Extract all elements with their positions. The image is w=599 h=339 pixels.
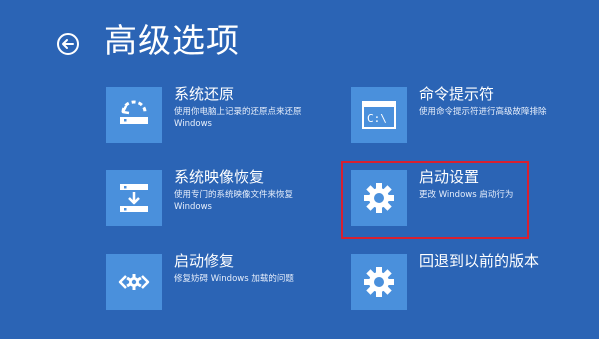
option-description: 修复妨碍 Windows 加载的问题 [174, 274, 294, 284]
option-title: 命令提示符 [419, 85, 495, 103]
option-tile [351, 254, 407, 310]
gear-icon [364, 183, 394, 213]
option-title: 回退到以前的版本 [419, 252, 540, 270]
option-title: 系统还原 [174, 85, 235, 103]
option-title: 启动设置 [419, 168, 480, 186]
option-system-restore[interactable]: 系统还原 使用你电脑上记录的还原点来还原 Windows [106, 85, 326, 147]
startup-repair-icon [118, 274, 150, 290]
restore-icon [120, 100, 148, 124]
page-title: 高级选项 [104, 21, 240, 60]
option-go-back-previous[interactable]: 回退到以前的版本 [351, 252, 571, 314]
gear-icon [364, 267, 394, 297]
option-system-image-recovery[interactable]: 系统映像恢复 使用专门的系统映像文件来恢复 Windows [106, 168, 326, 230]
option-description: 使用你电脑上记录的还原点来还原 Windows [174, 107, 302, 129]
option-title: 启动修复 [174, 252, 235, 270]
option-startup-settings[interactable]: 启动设置 更改 Windows 启动行为 [351, 168, 571, 230]
option-description: 使用命令提示符进行高级故障排除 [419, 107, 547, 117]
option-command-prompt[interactable]: C:\ 命令提示符 使用命令提示符进行高级故障排除 [351, 85, 571, 147]
svg-text:C:\: C:\ [367, 112, 387, 125]
option-tile [351, 170, 407, 226]
option-tile [106, 87, 162, 143]
cmd-window-icon: C:\ [362, 101, 396, 129]
option-tile: C:\ [351, 87, 407, 143]
option-tile [106, 254, 162, 310]
option-title: 系统映像恢复 [174, 168, 265, 186]
back-arrow-icon [62, 39, 74, 49]
image-recovery-icon [120, 184, 148, 212]
option-description: 使用专门的系统映像文件来恢复 Windows [174, 190, 294, 212]
back-button[interactable] [57, 33, 79, 55]
option-startup-repair[interactable]: 启动修复 修复妨碍 Windows 加载的问题 [106, 252, 326, 314]
option-description: 更改 Windows 启动行为 [419, 190, 514, 200]
option-tile [106, 170, 162, 226]
advanced-options-screen: 高级选项 系统还原 使用你电脑上记录的还原点来还原 Windows C:\ 命令… [0, 0, 599, 339]
